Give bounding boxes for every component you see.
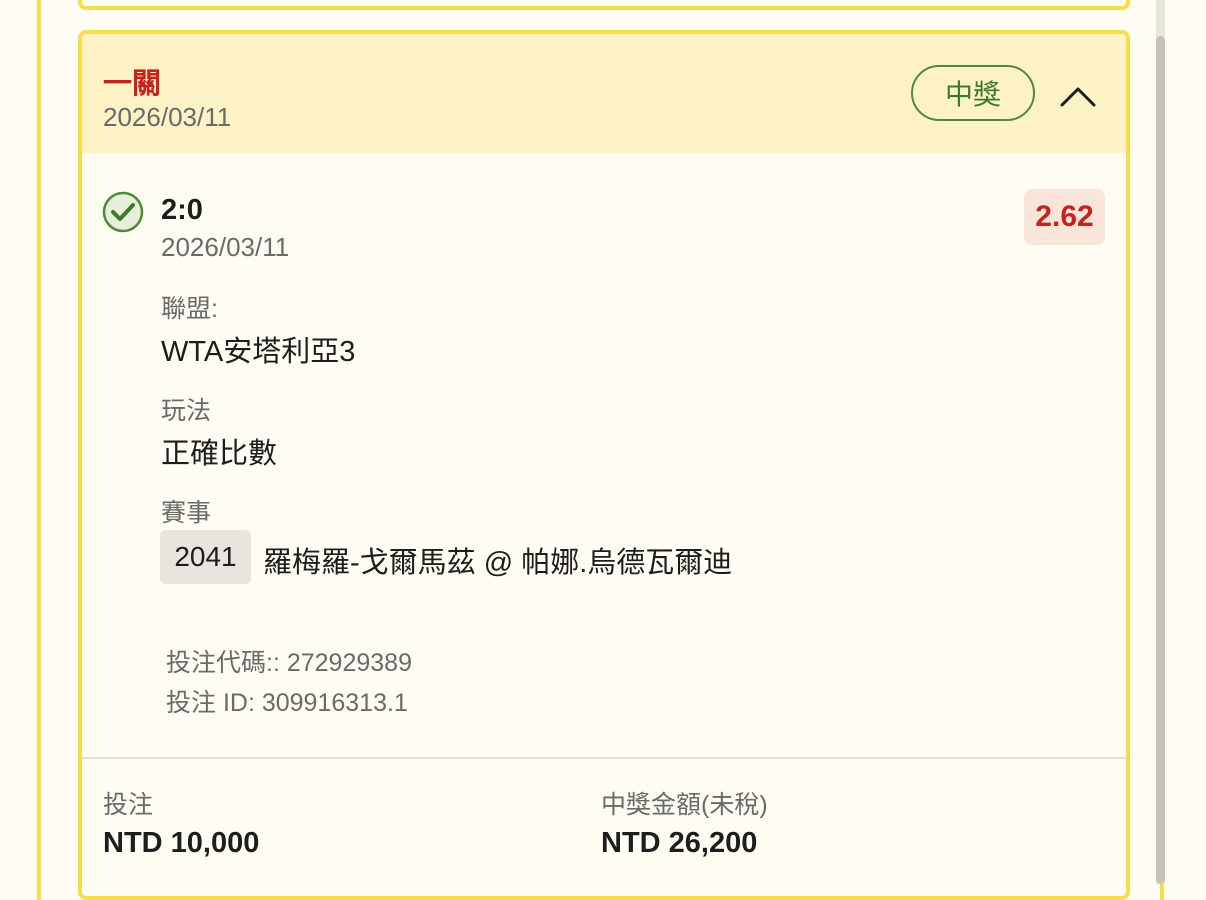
bet-type-title: 一關 — [103, 68, 162, 100]
event-code-badge: 2041 — [160, 530, 251, 584]
check-circle-icon — [102, 191, 144, 233]
market-value: 正確比數 — [161, 438, 278, 470]
league-value: WTA安塔利亞3 — [161, 336, 356, 368]
previous-bet-card[interactable] — [78, 0, 1130, 10]
payout-value: NTD 26,200 — [601, 827, 758, 859]
event-label: 賽事 — [161, 499, 212, 527]
bet-date: 2026/03/11 — [103, 102, 232, 132]
event-name: 羅梅羅-戈爾馬茲 @ 帕娜.烏德瓦爾迪 — [263, 547, 733, 579]
market-label: 玩法 — [161, 397, 212, 425]
bet-card-header[interactable]: 一關 2026/03/11 中獎 — [82, 34, 1126, 153]
selection-score: 2:0 — [161, 194, 203, 226]
payout-label: 中獎金額(未稅) — [601, 791, 768, 819]
stake-label: 投注 — [103, 791, 154, 819]
odds-badge: 2.62 — [1024, 189, 1105, 245]
stake-value: NTD 10,000 — [103, 827, 260, 859]
bet-id: 投注 ID: 309916313.1 — [166, 689, 408, 717]
scrollbar-thumb[interactable] — [1156, 36, 1165, 884]
status-badge: 中獎 — [911, 65, 1035, 121]
league-label: 聯盟: — [161, 295, 218, 323]
selection-date: 2026/03/11 — [161, 232, 290, 262]
bet-card: 一關 2026/03/11 中獎 2:0 2026/03/11 2.62 聯盟:… — [78, 30, 1130, 900]
bet-code: 投注代碼:: 272929389 — [166, 649, 412, 677]
divider — [82, 757, 1126, 759]
chevron-up-icon[interactable] — [1058, 75, 1098, 115]
